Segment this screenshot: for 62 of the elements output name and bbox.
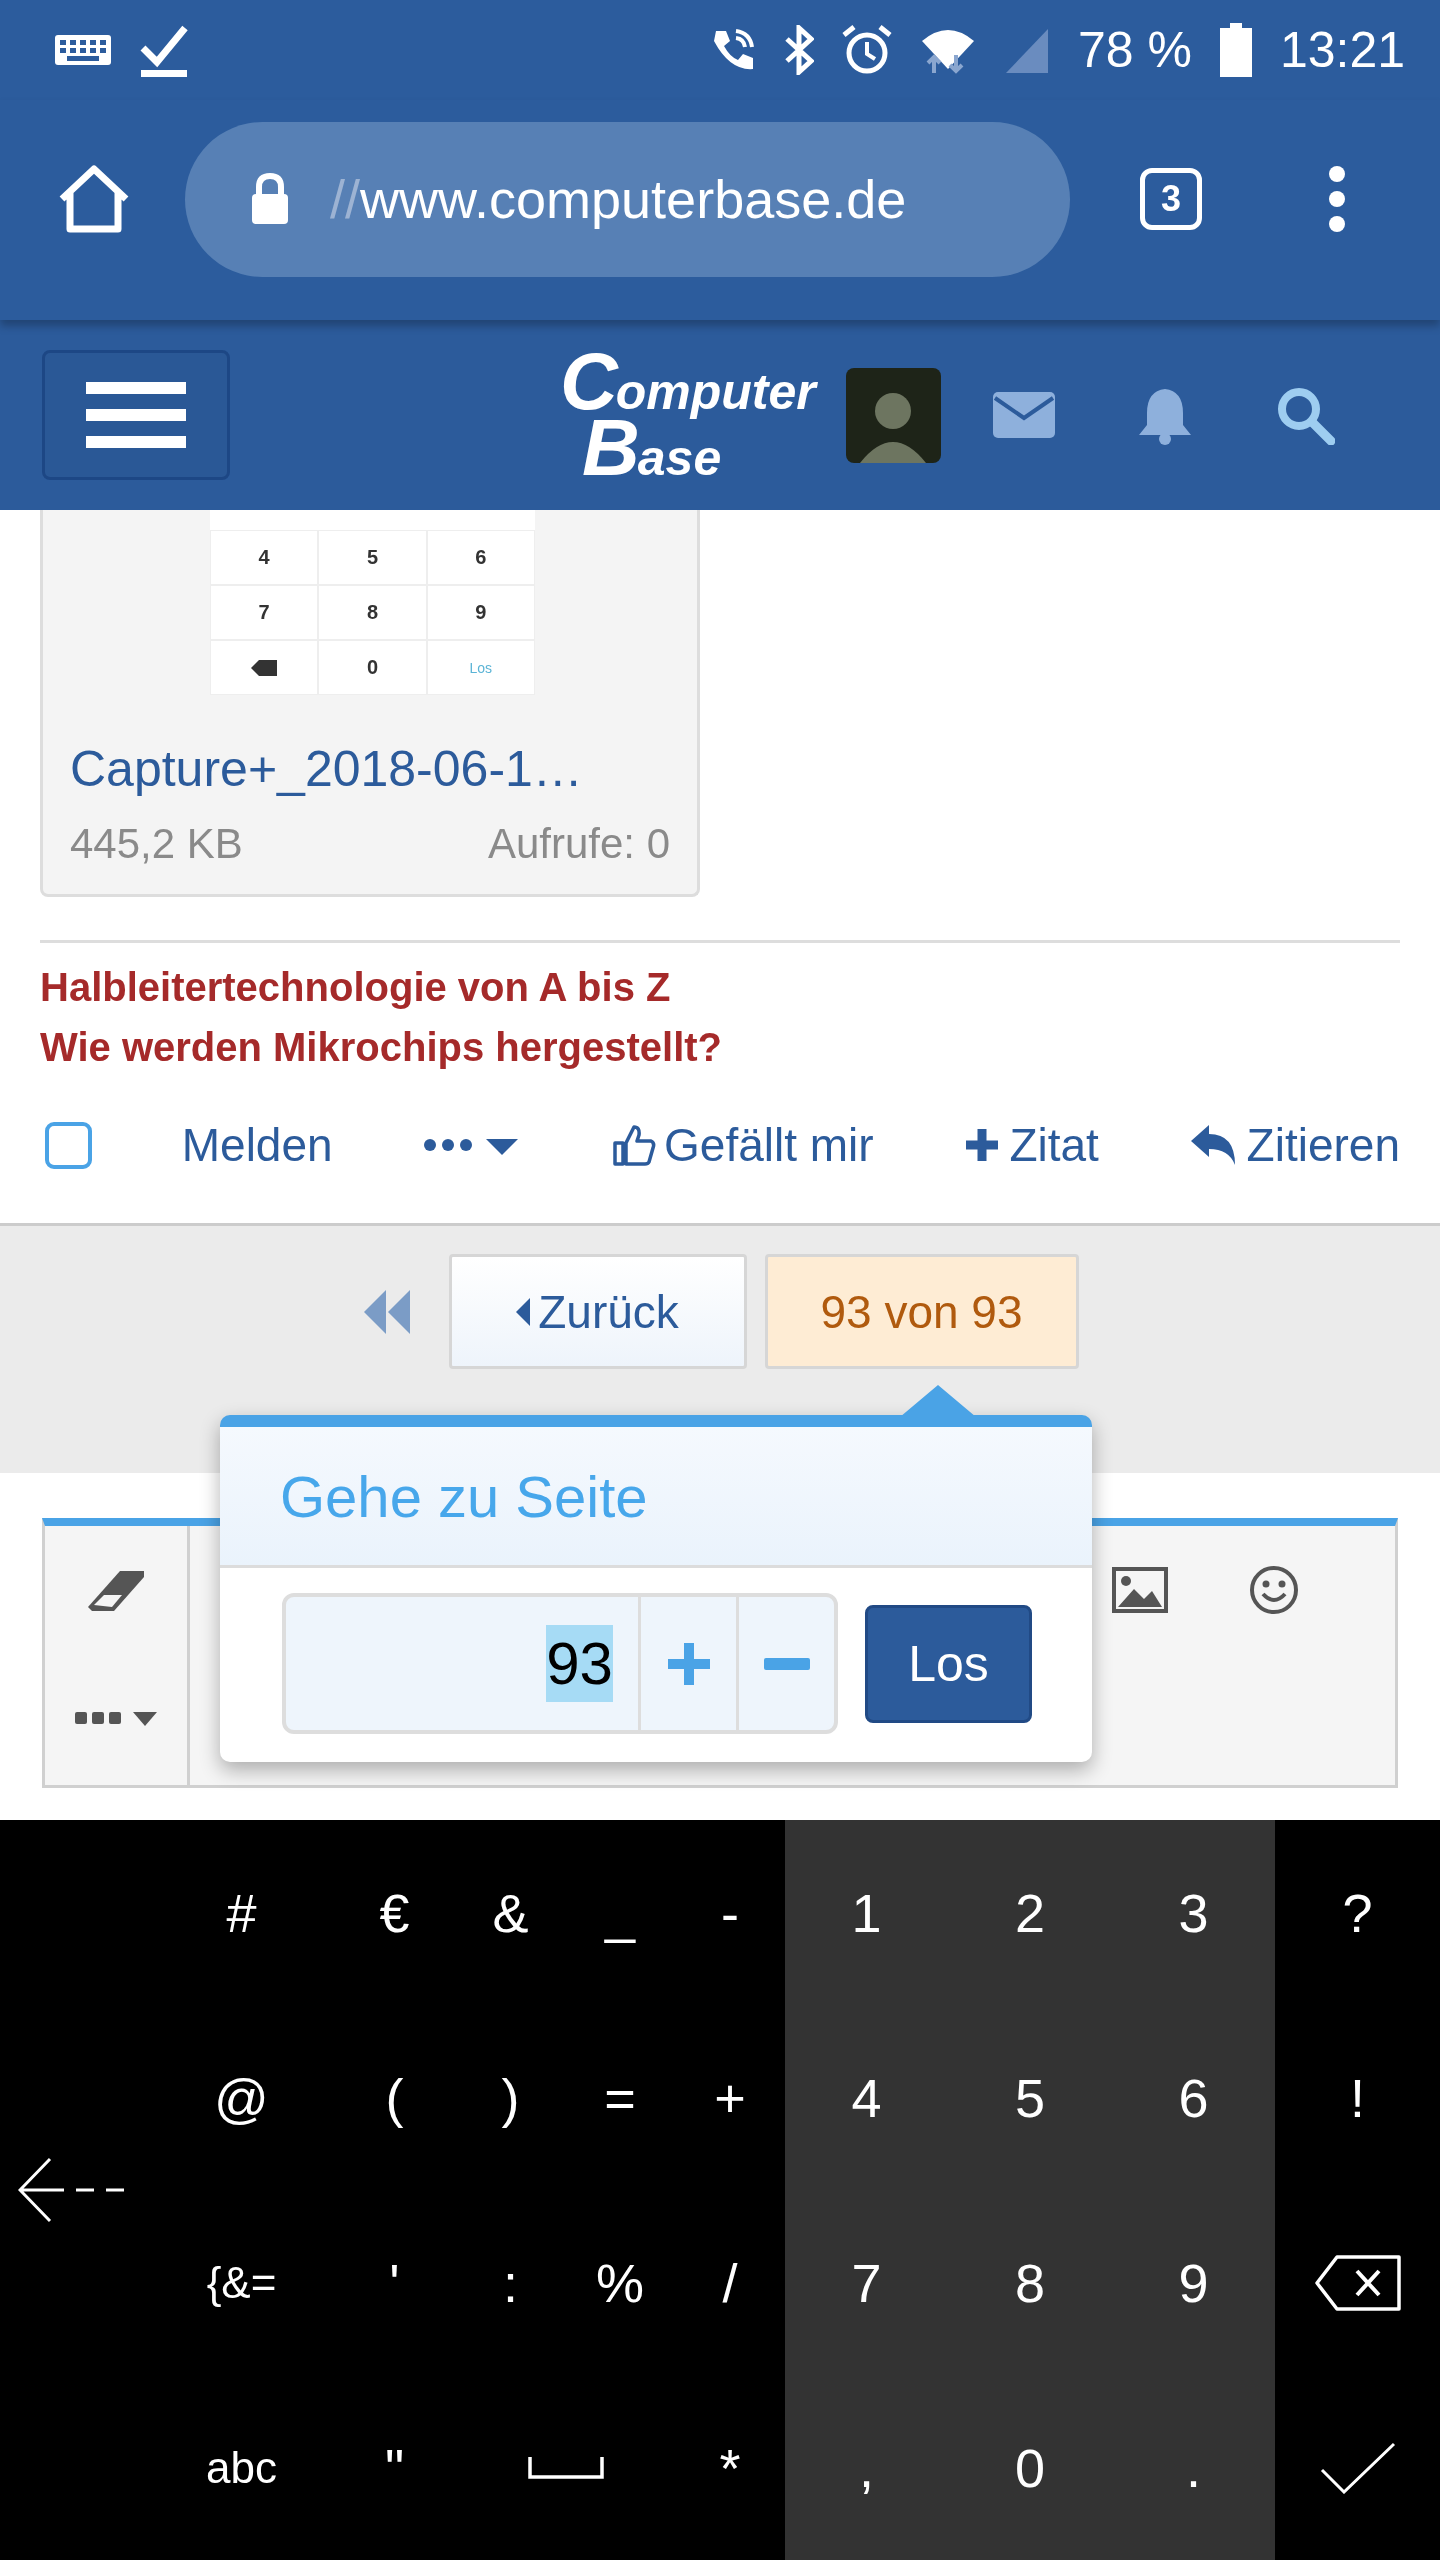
menu-button[interactable] (42, 350, 230, 480)
keypad-key: 4 (210, 530, 319, 585)
attachment-thumbnail[interactable]: 4 5 6 7 8 9 0 Los (210, 510, 535, 695)
backspace-icon (251, 659, 278, 676)
menu-icon (86, 382, 186, 448)
keypad-key: 0 (318, 640, 427, 695)
popup-title: Gehe zu Seite (280, 1462, 648, 1530)
checkmark-icon (1319, 2441, 1396, 2494)
report-link[interactable]: Melden (181, 1118, 333, 1172)
avatar[interactable] (845, 367, 941, 463)
url-scheme: // (330, 168, 360, 230)
address-bar[interactable]: //www.computerbase.de (185, 121, 1070, 277)
keypad-key: 5 (318, 530, 427, 585)
previous-page-button[interactable]: Zurück (448, 1254, 747, 1369)
keypad-key: 7 (210, 585, 319, 640)
keyboard-key[interactable]: 9 (1112, 2190, 1275, 2375)
keyboard-key[interactable]: 2 (948, 1820, 1112, 2005)
page-indicator[interactable]: 93 von 93 (764, 1254, 1079, 1369)
keyboard-key[interactable]: 0 (948, 2375, 1112, 2560)
caret-left-icon (516, 1297, 531, 1326)
keypad-key: 6 (426, 530, 535, 585)
smiley-icon[interactable] (1248, 1563, 1300, 1616)
keyboard-key[interactable]: . (1112, 2375, 1275, 2560)
home-icon[interactable] (58, 165, 130, 233)
reply-link[interactable]: Zitieren (1188, 1118, 1400, 1172)
bluetooth-icon (783, 25, 814, 75)
alarm-icon (841, 25, 892, 75)
go-button[interactable]: Los (865, 1604, 1032, 1723)
keyboard-key[interactable]: 7 (785, 2190, 948, 2375)
tab-counter[interactable]: 3 (1140, 168, 1202, 230)
keyboard-key[interactable]: , (785, 2375, 948, 2560)
mail-icon[interactable] (992, 392, 1055, 438)
minus-icon (763, 1657, 810, 1670)
attachment-filename[interactable]: Capture+_2018-06-1… (70, 740, 697, 798)
view-count: Aufrufe: 0 (487, 820, 670, 868)
select-checkbox[interactable] (45, 1121, 92, 1169)
file-size: 445,2 KB (70, 820, 243, 868)
keyboard-key[interactable]: 1 (785, 1820, 948, 2005)
keyboard-key[interactable]: 6 (1112, 2005, 1275, 2190)
signature-link[interactable]: Halbleitertechnologie von A bis Z (40, 965, 1400, 1010)
keypad-key: Los (426, 640, 535, 695)
keypad-key: 8 (318, 585, 427, 640)
battery-percentage: 78 % (1077, 25, 1192, 75)
image-icon[interactable] (1112, 1566, 1168, 1613)
keyboard-key[interactable]: 5 (948, 2005, 1112, 2190)
keyboard-key[interactable]: 3 (1112, 1820, 1275, 2005)
thumbs-up-icon (612, 1123, 657, 1167)
backspace-icon (1314, 2254, 1401, 2311)
battery-icon (1219, 23, 1252, 77)
menu-icon[interactable] (1327, 164, 1347, 234)
url-text: www.computerbase.de (360, 168, 907, 230)
like-link[interactable]: Gefällt mir (612, 1118, 874, 1172)
keyboard-key[interactable]: 4 (785, 2005, 948, 2190)
keyboard-icon (55, 35, 111, 65)
lock-icon (250, 173, 290, 225)
keyboard-key[interactable]: 8 (948, 2190, 1112, 2375)
signature-link[interactable]: Wie werden Mikrochips hergestellt? (40, 1025, 1400, 1070)
clock: 13:21 (1279, 25, 1405, 75)
space-icon (527, 2456, 604, 2479)
quote-link[interactable]: Zitat (963, 1118, 1099, 1172)
plus-icon (665, 1640, 712, 1687)
keypad-key: 9 (426, 585, 535, 640)
